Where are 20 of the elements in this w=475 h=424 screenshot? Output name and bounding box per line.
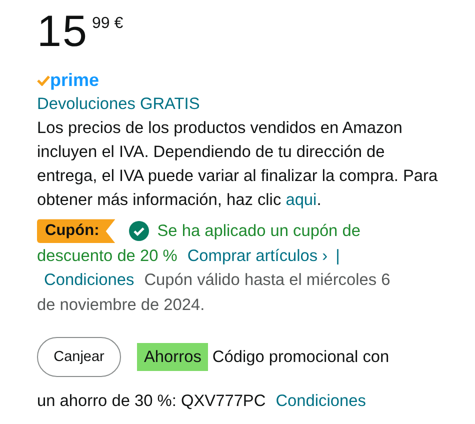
- price-whole: 15: [37, 8, 88, 56]
- coupon-validity: de noviembre de 2024.: [37, 294, 205, 316]
- coupon-badge: Cupón:: [37, 219, 116, 244]
- coupon-validity: Cupón válido hasta el miércoles 6: [144, 270, 390, 291]
- prime-logo: prime: [50, 69, 100, 92]
- terms-link[interactable]: Condiciones: [44, 268, 134, 292]
- redeem-button[interactable]: Canjear: [37, 337, 121, 377]
- link[interactable]: aqui: [286, 191, 317, 209]
- coupon-message: descuento de 20 %: [37, 246, 178, 266]
- promo-text: un ahorro de 30 %: QXV777PC: [37, 391, 266, 412]
- price-fraction: 99 €: [92, 14, 124, 34]
- tax-note: Los precios de los productos vendidos en Amazon incluyen el IVA. Dependiendo de tu dirección de entrega, el IVA puede variar al finalizar la compra. Para obtener más información, haz clic aqui.: [37, 118, 439, 211]
- savings-badge: Ahorros: [137, 343, 208, 371]
- coupon-message: Se ha aplicado un cupón de: [157, 221, 360, 242]
- check-icon: [37, 74, 50, 86]
- shop-link[interactable]: Comprar artículos ›: [187, 244, 328, 268]
- separator-label: |: [336, 246, 340, 266]
- terms-link[interactable]: Condiciones: [276, 389, 366, 413]
- returns-link[interactable]: Devoluciones GRATIS: [37, 92, 447, 116]
- promo-text: Código promocional con: [212, 347, 390, 368]
